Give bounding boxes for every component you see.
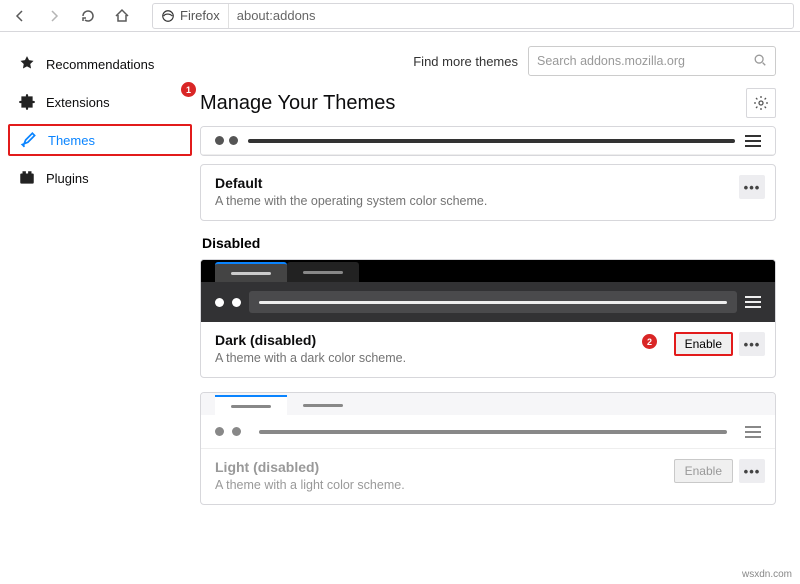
gear-icon	[753, 95, 769, 111]
theme-description: A theme with the operating system color …	[215, 194, 761, 208]
reload-button[interactable]	[74, 2, 102, 30]
main-panel: Find more themes Search addons.mozilla.o…	[200, 32, 800, 584]
search-icon	[753, 53, 767, 70]
home-button[interactable]	[108, 2, 136, 30]
search-placeholder: Search addons.mozilla.org	[537, 54, 685, 68]
find-more-link[interactable]: Find more themes	[413, 54, 518, 69]
url-text: about:addons	[229, 8, 324, 23]
hamburger-icon	[745, 296, 761, 308]
sidebar-item-themes[interactable]: Themes	[8, 124, 192, 156]
search-input[interactable]: Search addons.mozilla.org	[528, 46, 776, 76]
enable-button[interactable]: Enable	[674, 459, 733, 483]
theme-card-default[interactable]: Default A theme with the operating syste…	[200, 164, 776, 221]
theme-card-active-preview	[200, 126, 776, 156]
page-title: Manage Your Themes	[200, 92, 395, 115]
watermark: wsxdn.com	[742, 569, 792, 580]
brush-icon	[20, 131, 38, 149]
sidebar-item-label: Themes	[48, 133, 95, 148]
sidebar-item-label: Plugins	[46, 171, 89, 186]
url-bar[interactable]: Firefox about:addons	[152, 3, 794, 29]
more-options-button[interactable]: •••	[739, 175, 765, 199]
sidebar-item-label: Extensions	[46, 95, 110, 110]
section-label-disabled: Disabled	[202, 235, 776, 251]
sidebar-item-recommendations[interactable]: Recommendations	[8, 48, 192, 80]
theme-title: Default	[215, 175, 761, 191]
puzzle-icon	[18, 93, 36, 111]
forward-button[interactable]	[40, 2, 68, 30]
settings-button[interactable]	[746, 88, 776, 118]
enable-button[interactable]: Enable	[674, 332, 733, 356]
identity-label: Firefox	[180, 8, 220, 23]
identity-box[interactable]: Firefox	[153, 4, 229, 28]
hamburger-icon	[745, 426, 761, 438]
sidebar: Recommendations Extensions 1 Themes Plug…	[0, 32, 200, 584]
more-options-button[interactable]: •••	[739, 332, 765, 356]
back-button[interactable]	[6, 2, 34, 30]
theme-card-dark[interactable]: Dark (disabled) A theme with a dark colo…	[200, 259, 776, 378]
sidebar-item-label: Recommendations	[46, 57, 154, 72]
sidebar-item-extensions[interactable]: Extensions 1	[8, 86, 192, 118]
hamburger-icon	[745, 135, 761, 147]
more-options-button[interactable]: •••	[739, 459, 765, 483]
star-icon	[18, 55, 36, 73]
theme-preview-light	[201, 393, 775, 449]
firefox-icon	[161, 9, 175, 23]
sidebar-item-plugins[interactable]: Plugins	[8, 162, 192, 194]
plugin-icon	[18, 169, 36, 187]
annotation-badge-1: 1	[181, 82, 196, 97]
browser-toolbar: Firefox about:addons	[0, 0, 800, 32]
theme-preview-dark	[201, 260, 775, 322]
annotation-badge-2: 2	[642, 334, 657, 349]
theme-card-light[interactable]: Light (disabled) A theme with a light co…	[200, 392, 776, 505]
